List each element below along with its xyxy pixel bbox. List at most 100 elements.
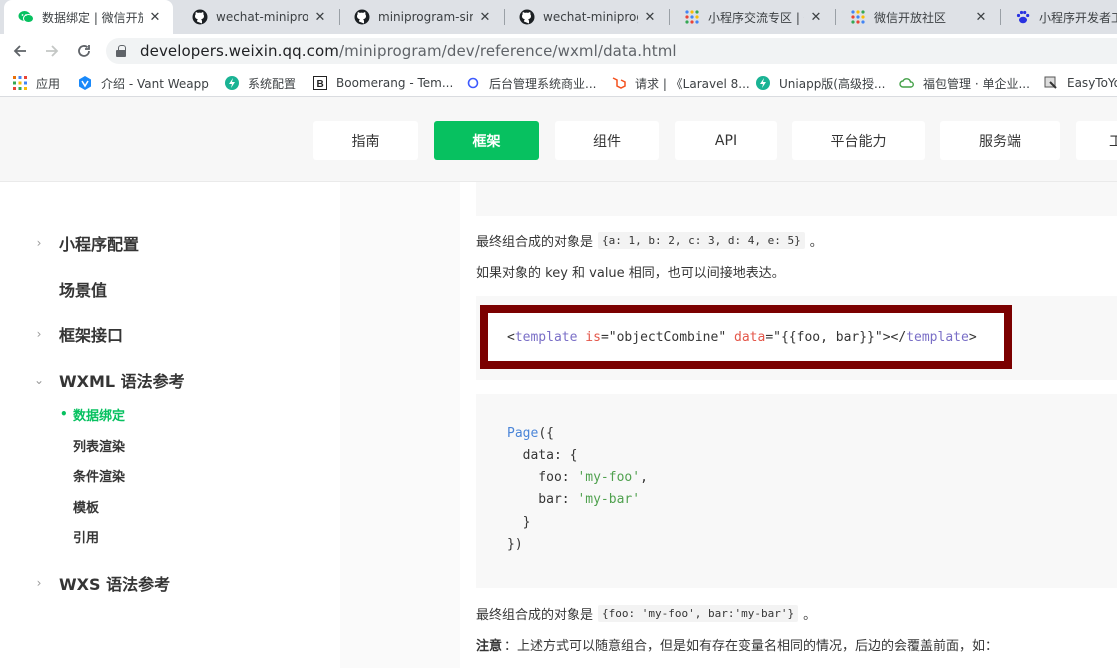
boomerang-b-icon: B: [312, 75, 328, 91]
paragraph-text: 最终组合成的对象是: [476, 235, 594, 250]
bookmark-label: 请求 | 《Laravel 8...: [635, 76, 750, 91]
forward-arrow-icon[interactable]: [40, 39, 64, 63]
nav-tools-label: 工: [1109, 133, 1117, 150]
bookmark-system-config[interactable]: 系统配置: [224, 73, 296, 93]
browser-toolbar: developers.weixin.qq.com/miniprogram/dev…: [0, 34, 1117, 68]
code-token: ,: [640, 470, 648, 485]
tab-github-3[interactable]: wechat-miniprog ✕: [505, 0, 668, 34]
sidebar-sub-list-render[interactable]: 列表渲染: [60, 435, 125, 455]
code-token-attr: is: [585, 330, 601, 345]
nav-guide[interactable]: 指南: [313, 121, 418, 160]
github-icon: [192, 9, 208, 25]
github-icon: [519, 9, 535, 25]
tab-title: 微信开放社区: [874, 10, 947, 25]
tab-devtools[interactable]: 小程序开发者工: [1001, 0, 1117, 34]
easytoyou-icon: [1043, 75, 1059, 91]
tab-data-binding[interactable]: 数据绑定 | 微信开放 ✕: [4, 0, 173, 34]
sidebar-item-label: 框架接口: [59, 326, 124, 345]
laravel-icon: [611, 75, 627, 91]
reload-icon[interactable]: [72, 39, 96, 63]
back-arrow-icon[interactable]: [8, 39, 32, 63]
tab-community-zone[interactable]: 小程序交流专区 | 微 ✕: [670, 0, 834, 34]
inline-code: {foo: 'my-foo', bar:'my-bar'}: [598, 605, 799, 622]
nav-platform-capabilities[interactable]: 平台能力: [792, 121, 925, 160]
sidebar-item-label: 小程序配置: [59, 235, 140, 254]
bookmark-laravel[interactable]: 请求 | 《Laravel 8...: [611, 73, 750, 93]
code-line: }): [507, 537, 523, 552]
grid-icon: [684, 9, 700, 25]
chevron-right-icon: ›: [36, 327, 42, 341]
tab-title: wechat-miniprog: [543, 10, 638, 24]
chevron-down-icon: ⌄: [33, 373, 45, 387]
tab-title: wechat-miniprog: [216, 10, 308, 24]
code-token: <: [507, 330, 515, 345]
bookmark-label: EasyToYou: [1067, 76, 1117, 90]
green-bolt-icon: [224, 75, 240, 91]
sidebar-sub-template[interactable]: 模板: [60, 496, 99, 516]
close-icon[interactable]: ✕: [973, 10, 989, 25]
tab-github-2[interactable]: miniprogram-sim ✕: [340, 0, 503, 34]
sidebar-item-label: WXS 语法参考: [59, 575, 171, 594]
paragraph-text: 如果对象的 key 和 value 相同，也可以间接地表达。: [476, 266, 785, 281]
close-icon[interactable]: ✕: [642, 10, 658, 25]
sidebar-item-wxs[interactable]: › WXS 语法参考: [32, 571, 171, 595]
nav-server[interactable]: 服务端: [940, 121, 1060, 160]
sidebar-item-label: 场景值: [59, 281, 108, 300]
tab-open-community[interactable]: 微信开放社区 ✕: [836, 0, 999, 34]
code-line: foo: 'my-foo',: [507, 470, 648, 485]
sidebar-sub-label: 条件渲染: [73, 469, 126, 485]
close-icon[interactable]: ✕: [147, 10, 163, 25]
paragraph-key-value: 如果对象的 key 和 value 相同，也可以间接地表达。: [476, 262, 785, 281]
bookmark-easytoyou[interactable]: EasyToYou: [1043, 73, 1117, 93]
close-icon[interactable]: ✕: [808, 10, 824, 25]
github-icon: [354, 9, 370, 25]
bookmark-label: 福包管理 · 单企业...: [923, 76, 1030, 91]
bookmark-vant[interactable]: 介绍 - Vant Weapp: [77, 73, 209, 93]
nav-framework[interactable]: 框架: [434, 121, 539, 160]
paw-icon: [1015, 9, 1031, 25]
bookmark-admin-system[interactable]: 后台管理系统商业...: [465, 73, 596, 93]
paragraph-end: 。: [803, 608, 817, 623]
code-token-tag: template: [906, 330, 969, 345]
bookmark-label: 介绍 - Vant Weapp: [101, 76, 209, 91]
green-bolt-icon: [755, 75, 771, 91]
bookmark-uniapp[interactable]: Uniapp版(高级授...: [755, 73, 885, 93]
vant-icon: [77, 75, 93, 91]
code-token-key: foo:: [507, 470, 578, 485]
cloud-icon: [899, 75, 915, 91]
paragraph-combined-object: 最终组合成的对象是 {a: 1, b: 2, c: 3, d: 4, e: 5} 。: [476, 231, 823, 250]
paragraph-combined-object-2: 最终组合成的对象是 {foo: 'my-foo', bar:'my-bar'} 。: [476, 604, 816, 623]
code-token-string: 'my-foo': [577, 470, 641, 485]
tab-title: 小程序交流专区 | 微: [708, 10, 804, 25]
sidebar-sub-label: 模板: [73, 500, 100, 516]
tab-github-1[interactable]: wechat-miniprog ✕: [178, 0, 338, 34]
sidebar-item-app-config[interactable]: › 小程序配置: [32, 231, 139, 255]
lock-icon[interactable]: [116, 45, 126, 57]
sidebar-item-wxml[interactable]: ⌄ WXML 语法参考: [32, 368, 185, 392]
code-token-attr: data: [734, 330, 766, 345]
tab-title: miniprogram-sim: [378, 10, 473, 24]
code-token-key: bar:: [507, 492, 578, 507]
sidebar-sub-conditional-render[interactable]: 条件渲染: [60, 465, 125, 485]
chevron-right-icon: ›: [36, 236, 42, 250]
sidebar-item-framework-api[interactable]: › 框架接口: [32, 322, 123, 346]
nav-tools[interactable]: 工: [1076, 121, 1117, 160]
sidebar-item-scenes[interactable]: 场景值: [32, 277, 107, 301]
close-icon[interactable]: ✕: [477, 10, 493, 25]
close-icon[interactable]: ✕: [312, 10, 328, 25]
bookmarks-bar: 应用 介绍 - Vant Weapp 系统配置 B Boomerang - Te…: [0, 68, 1117, 97]
sidebar-sub-reference[interactable]: 引用: [60, 526, 99, 546]
sidebar-sub-data-binding[interactable]: • 数据绑定: [60, 404, 125, 424]
address-bar[interactable]: developers.weixin.qq.com/miniprogram/dev…: [106, 38, 1117, 64]
bookmark-boomerang[interactable]: B Boomerang - Tem...: [312, 73, 453, 93]
code-token-value: ="{{foo, bar}}": [765, 330, 883, 345]
grid-icon: [850, 9, 866, 25]
bookmark-apps[interactable]: 应用: [12, 73, 60, 93]
browser-tab-strip: 数据绑定 | 微信开放 ✕ wechat-miniprog ✕ miniprog…: [0, 0, 1117, 34]
bullet-dot-icon: •: [60, 407, 68, 421]
tab-title: 小程序开发者工: [1039, 10, 1117, 25]
nav-api[interactable]: API: [675, 121, 777, 160]
note-label: 注意: [476, 639, 503, 654]
nav-components[interactable]: 组件: [555, 121, 659, 160]
bookmark-fubao[interactable]: 福包管理 · 单企业...: [899, 73, 1030, 93]
